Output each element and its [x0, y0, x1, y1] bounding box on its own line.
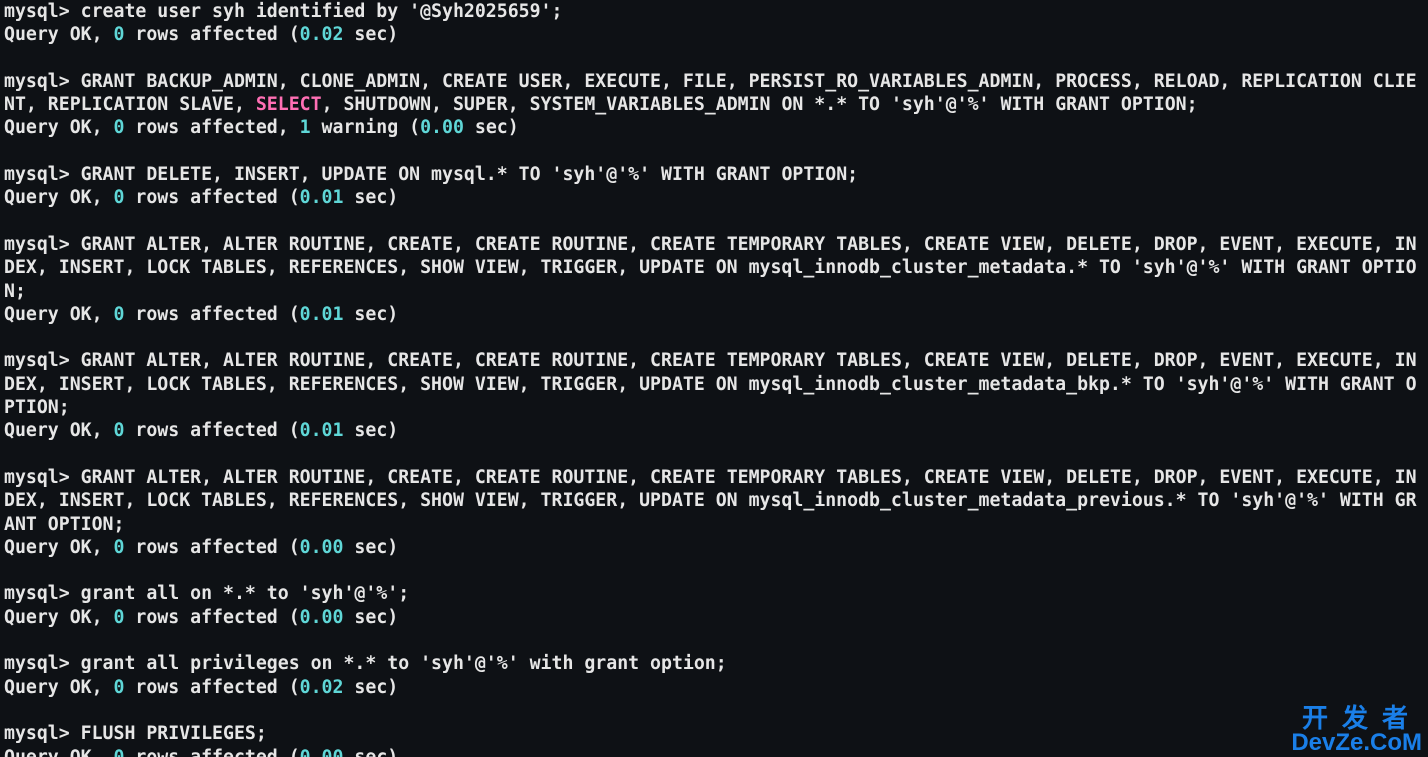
terminal-number: 0.01: [300, 187, 344, 208]
mysql-result-line: Query OK, 0 rows affected (0.02 sec): [4, 23, 1424, 46]
terminal-text: rows affected (: [124, 607, 299, 628]
terminal-text: GRANT ALTER, ALTER ROUTINE, CREATE, CREA…: [4, 467, 1417, 535]
terminal-text: rows affected (: [124, 747, 299, 757]
terminal-text: rows affected,: [124, 117, 299, 138]
mysql-command-line[interactable]: mysql> grant all privileges on *.* to 's…: [4, 652, 1424, 675]
blank-line: [4, 559, 1424, 582]
mysql-prompt: mysql>: [4, 350, 81, 371]
mysql-prompt: mysql>: [4, 1, 81, 22]
terminal-text: sec): [464, 117, 519, 138]
terminal-number: 0: [114, 420, 125, 441]
blank-line: [4, 699, 1424, 722]
terminal-number: 0.02: [300, 24, 344, 45]
mysql-prompt: mysql>: [4, 234, 81, 255]
terminal-text: rows affected (: [124, 24, 299, 45]
terminal-text: Query OK,: [4, 537, 114, 558]
blank-line: [4, 140, 1424, 163]
mysql-command-line[interactable]: mysql> create user syh identified by '@S…: [4, 0, 1424, 23]
terminal-text: Query OK,: [4, 607, 114, 628]
terminal-number: 0.02: [300, 677, 344, 698]
terminal-text: Query OK,: [4, 304, 114, 325]
terminal-text: Query OK,: [4, 187, 114, 208]
terminal-number: 0.01: [300, 304, 344, 325]
terminal-number: 0.01: [300, 420, 344, 441]
mysql-command-line[interactable]: mysql> FLUSH PRIVILEGES;: [4, 722, 1424, 745]
terminal-text: FLUSH PRIVILEGES;: [81, 723, 267, 744]
mysql-command-line[interactable]: mysql> GRANT ALTER, ALTER ROUTINE, CREAT…: [4, 349, 1424, 419]
mysql-result-line: Query OK, 0 rows affected (0.01 sec): [4, 419, 1424, 442]
terminal-text: GRANT DELETE, INSERT, UPDATE ON mysql.* …: [81, 164, 858, 185]
terminal-text: rows affected (: [124, 537, 299, 558]
mysql-prompt: mysql>: [4, 583, 81, 604]
mysql-result-line: Query OK, 0 rows affected (0.00 sec): [4, 606, 1424, 629]
terminal-number: 0: [114, 537, 125, 558]
mysql-command-line[interactable]: mysql> grant all on *.* to 'syh'@'%';: [4, 582, 1424, 605]
blank-line: [4, 326, 1424, 349]
mysql-result-line: Query OK, 0 rows affected, 1 warning (0.…: [4, 116, 1424, 139]
terminal-text: create user syh identified by '@Syh20256…: [81, 1, 563, 22]
mysql-result-line: Query OK, 0 rows affected (0.01 sec): [4, 303, 1424, 326]
terminal-text: GRANT ALTER, ALTER ROUTINE, CREATE, CREA…: [4, 234, 1417, 302]
terminal-number: 0.00: [300, 607, 344, 628]
terminal-number: 0: [114, 187, 125, 208]
mysql-command-line[interactable]: mysql> GRANT BACKUP_ADMIN, CLONE_ADMIN, …: [4, 70, 1424, 117]
mysql-result-line: Query OK, 0 rows affected (0.00 sec): [4, 746, 1424, 757]
terminal-text: sec): [343, 607, 398, 628]
mysql-command-line[interactable]: mysql> GRANT DELETE, INSERT, UPDATE ON m…: [4, 163, 1424, 186]
terminal-text: rows affected (: [124, 420, 299, 441]
mysql-result-line: Query OK, 0 rows affected (0.01 sec): [4, 186, 1424, 209]
mysql-prompt: mysql>: [4, 71, 81, 92]
mysql-result-line: Query OK, 0 rows affected (0.02 sec): [4, 676, 1424, 699]
terminal-text: sec): [343, 304, 398, 325]
terminal-number: 0: [114, 677, 125, 698]
terminal-number: 0: [114, 304, 125, 325]
mysql-prompt: mysql>: [4, 723, 81, 744]
blank-line: [4, 47, 1424, 70]
terminal-number: 0: [114, 117, 125, 138]
terminal-text: grant all on *.* to 'syh'@'%';: [81, 583, 410, 604]
blank-line: [4, 443, 1424, 466]
terminal-number: 0.00: [300, 537, 344, 558]
mysql-command-line[interactable]: mysql> GRANT ALTER, ALTER ROUTINE, CREAT…: [4, 233, 1424, 303]
terminal-text: sec): [343, 24, 398, 45]
terminal-number: 1: [300, 117, 311, 138]
terminal-text: Query OK,: [4, 117, 114, 138]
terminal-text: sec): [343, 187, 398, 208]
terminal-text: sec): [343, 677, 398, 698]
terminal-text: rows affected (: [124, 187, 299, 208]
mysql-result-line: Query OK, 0 rows affected (0.00 sec): [4, 536, 1424, 559]
terminal-text: GRANT ALTER, ALTER ROUTINE, CREATE, CREA…: [4, 350, 1417, 418]
terminal-text: sec): [343, 537, 398, 558]
terminal-number: 0: [114, 24, 125, 45]
terminal-text: , SHUTDOWN, SUPER, SYSTEM_VARIABLES_ADMI…: [322, 94, 1198, 115]
terminal-text: rows affected (: [124, 677, 299, 698]
mysql-prompt: mysql>: [4, 164, 81, 185]
terminal-text: sec): [343, 420, 398, 441]
blank-line: [4, 629, 1424, 652]
blank-line: [4, 210, 1424, 233]
terminal-text: sec): [343, 747, 398, 757]
terminal-number: 0: [114, 747, 125, 757]
terminal-text: Query OK,: [4, 420, 114, 441]
mysql-prompt: mysql>: [4, 653, 81, 674]
sql-keyword: SELECT: [256, 94, 322, 115]
terminal-text: Query OK,: [4, 24, 114, 45]
terminal-number: 0.00: [420, 117, 464, 138]
terminal-number: 0.00: [300, 747, 344, 757]
terminal-text: grant all privileges on *.* to 'syh'@'%'…: [81, 653, 727, 674]
terminal-number: 0: [114, 607, 125, 628]
terminal-text: warning (: [311, 117, 421, 138]
mysql-terminal[interactable]: mysql> create user syh identified by '@S…: [0, 0, 1428, 757]
terminal-text: Query OK,: [4, 747, 114, 757]
terminal-text: Query OK,: [4, 677, 114, 698]
terminal-text: rows affected (: [124, 304, 299, 325]
mysql-prompt: mysql>: [4, 467, 81, 488]
mysql-command-line[interactable]: mysql> GRANT ALTER, ALTER ROUTINE, CREAT…: [4, 466, 1424, 536]
